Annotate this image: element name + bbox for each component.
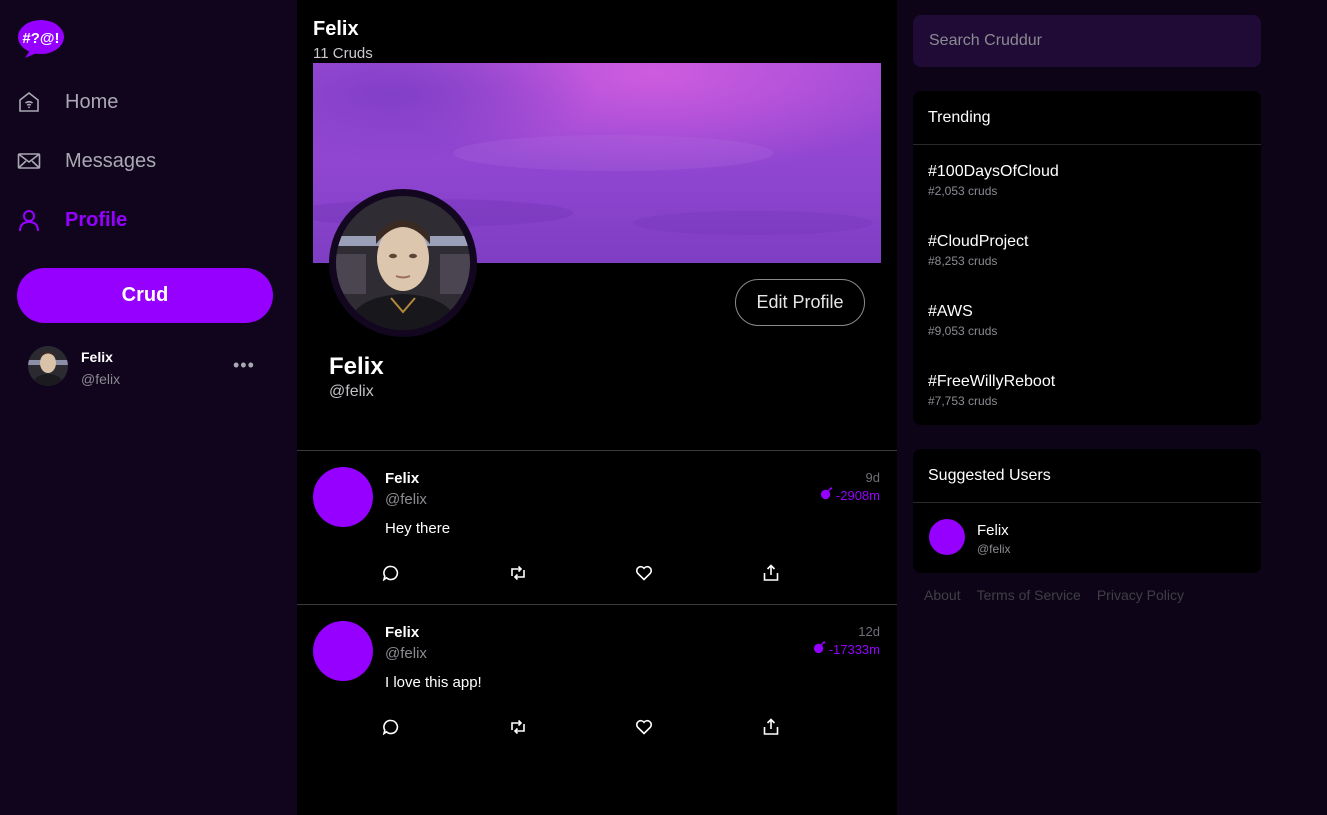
trending-count: #2,053 cruds [928, 184, 998, 198]
trending-tag[interactable]: #AWS [928, 303, 997, 321]
post-author-handle: @felix [385, 491, 427, 508]
trending-card: Trending #100DaysOfCloud #2,053 cruds #C… [913, 91, 1261, 425]
more-options-icon[interactable]: ••• [233, 355, 255, 376]
avatar [28, 346, 68, 386]
main-feed: Felix 11 Cruds Edit Profile Felix @felix… [297, 0, 897, 815]
user-icon [17, 208, 41, 232]
footer-terms-link[interactable]: Terms of Service [977, 587, 1081, 603]
post-age: 9d [865, 470, 880, 485]
reply-icon[interactable] [381, 563, 401, 583]
current-user-handle: @felix [81, 371, 121, 387]
trending-item[interactable]: #FreeWillyReboot #7,753 cruds [928, 373, 1055, 408]
post-text: I love this app! [385, 674, 482, 691]
nav-item-home[interactable]: Home [17, 82, 118, 122]
recrud-icon[interactable] [508, 563, 528, 583]
post-expiry-text: -17333m [828, 641, 880, 657]
bomb-icon [820, 487, 833, 503]
post-expiry-text: -2908m [835, 487, 880, 503]
suggested-user-handle: @felix [977, 542, 1011, 556]
suggested-users-card: Suggested Users Felix @felix [913, 449, 1261, 573]
recrud-icon[interactable] [508, 717, 528, 737]
share-icon[interactable] [761, 563, 781, 583]
trending-title: Trending [913, 91, 1261, 145]
share-icon[interactable] [761, 717, 781, 737]
nav-label-messages: Messages [65, 149, 157, 172]
crud-button[interactable]: Crud [17, 268, 273, 323]
post-actions [381, 717, 781, 737]
logo-text: #?@! [22, 30, 59, 47]
nav-label-home: Home [65, 90, 119, 113]
suggested-user-name[interactable]: Felix [977, 522, 1009, 539]
trending-count: #7,753 cruds [928, 394, 998, 408]
bomb-icon [813, 641, 826, 657]
post-author-name[interactable]: Felix [385, 470, 419, 487]
nav-label-profile: Profile [65, 208, 128, 231]
trending-count: #8,253 cruds [928, 254, 998, 268]
post-item[interactable]: Felix @felix Hey there 9d -2908m [297, 451, 897, 605]
footer-links: About Terms of Service Privacy Policy [924, 587, 1184, 603]
heart-icon[interactable] [634, 717, 654, 737]
post-expiry: -17333m [813, 641, 880, 657]
post-avatar [313, 467, 373, 527]
trending-tag[interactable]: #100DaysOfCloud [928, 163, 1059, 181]
suggested-users-title: Suggested Users [913, 449, 1261, 503]
app-root: #?@! Home Messages Profile Crud Felix @f… [0, 0, 1327, 815]
post-actions [381, 563, 781, 583]
trending-item[interactable]: #100DaysOfCloud #2,053 cruds [928, 163, 1059, 198]
profile-avatar [329, 189, 477, 337]
envelope-icon [17, 149, 41, 173]
header-crud-count: 11 Cruds [313, 45, 373, 62]
nav-item-messages[interactable]: Messages [17, 141, 156, 181]
current-user-card[interactable]: Felix @felix ••• [28, 346, 268, 390]
footer-about-link[interactable]: About [924, 587, 961, 603]
logo-icon[interactable]: #?@! [17, 18, 65, 58]
post-author-name[interactable]: Felix [385, 624, 419, 641]
search-input[interactable] [913, 15, 1261, 67]
reply-icon[interactable] [381, 717, 401, 737]
post-text: Hey there [385, 520, 451, 537]
nav-item-profile[interactable]: Profile [17, 200, 127, 240]
left-sidebar: #?@! Home Messages Profile Crud Felix @f… [0, 0, 297, 815]
home-wifi-icon [17, 90, 41, 114]
trending-tag[interactable]: #CloudProject [928, 233, 1029, 251]
post-expiry: -2908m [820, 487, 880, 503]
edit-profile-button[interactable]: Edit Profile [735, 279, 865, 326]
profile-name: Felix [329, 353, 384, 380]
header-title: Felix [313, 18, 359, 40]
post-author-handle: @felix [385, 645, 427, 662]
trending-item[interactable]: #CloudProject #8,253 cruds [928, 233, 1029, 268]
trending-count: #9,053 cruds [928, 324, 998, 338]
trending-tag[interactable]: #FreeWillyReboot [928, 373, 1055, 391]
trending-item[interactable]: #AWS #9,053 cruds [928, 303, 997, 338]
post-item[interactable]: Felix @felix I love this app! 12d -17333… [297, 605, 897, 759]
suggested-user-avatar[interactable] [929, 519, 965, 555]
heart-icon[interactable] [634, 563, 654, 583]
footer-privacy-link[interactable]: Privacy Policy [1097, 587, 1184, 603]
current-user-name: Felix [81, 349, 113, 365]
post-age: 12d [858, 624, 880, 639]
post-avatar [313, 621, 373, 681]
profile-handle: @felix [329, 383, 374, 400]
